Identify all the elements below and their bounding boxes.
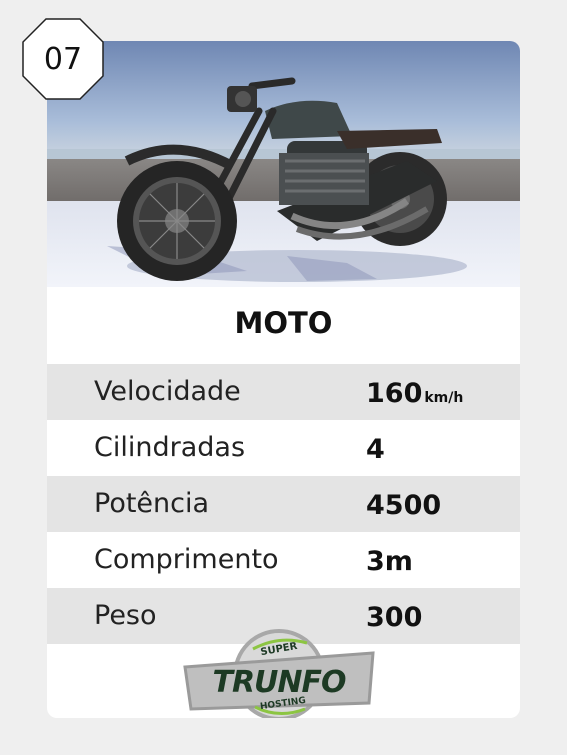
stat-row-velocidade[interactable]: Velocidade 160 km/h <box>47 364 520 420</box>
stat-label: Comprimento <box>94 544 279 575</box>
card-number-badge: 07 <box>22 18 104 100</box>
stat-value: 160 km/h <box>366 366 463 426</box>
stat-label: Cilindradas <box>94 432 246 463</box>
stat-row-comprimento[interactable]: Comprimento 3m <box>47 532 520 588</box>
stat-label: Velocidade <box>94 376 241 407</box>
stat-label: Peso <box>94 600 157 631</box>
stat-row-cilindradas[interactable]: Cilindradas 4 <box>47 420 520 476</box>
trump-card[interactable]: MOTO Velocidade 160 km/h Cilindradas 4 Po… <box>47 41 520 718</box>
card-image <box>47 41 520 287</box>
stat-row-potencia[interactable]: Potência 4500 <box>47 476 520 532</box>
super-trunfo-logo: SUPER TRUNFO HOSTING <box>181 627 377 718</box>
logo-trunfo-text: TRUNFO <box>212 665 346 700</box>
stat-unit: km/h <box>424 390 464 406</box>
stat-value: 4 <box>366 434 385 465</box>
card-number: 07 <box>43 41 83 77</box>
card-title: MOTO <box>234 306 333 340</box>
stat-value: 3m <box>366 546 413 577</box>
front-wheel <box>117 161 237 281</box>
stat-value: 4500 <box>366 490 442 521</box>
motorcycle-illustration <box>47 41 520 287</box>
stat-number: 160 <box>366 378 423 409</box>
stat-label: Potência <box>94 488 210 519</box>
stats-table: Velocidade 160 km/h Cilindradas 4 Potênci… <box>47 364 520 644</box>
